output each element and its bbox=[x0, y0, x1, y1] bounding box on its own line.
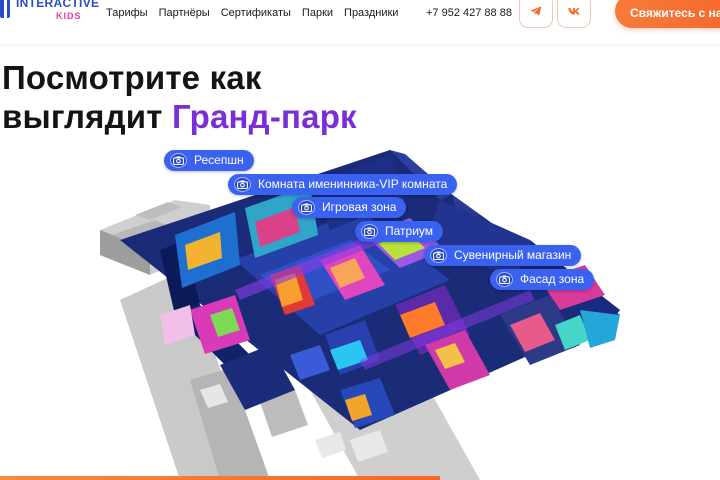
bottom-accent-bar bbox=[0, 476, 440, 480]
hotspot-facade-zone[interactable]: Фасад зона bbox=[490, 269, 595, 290]
camera-icon bbox=[361, 224, 378, 239]
site-header: INTERACTIVE KIDS Тарифы Партнёры Сертифи… bbox=[0, 0, 720, 44]
telegram-button[interactable] bbox=[519, 0, 553, 28]
hotspot-label: Сувенирный магазин bbox=[454, 248, 572, 262]
hotspot-label: Патриум bbox=[385, 224, 434, 238]
hotspot-souvenir-shop[interactable]: Сувенирный магазин bbox=[424, 245, 582, 266]
hotspot-play-zone[interactable]: Игровая зона bbox=[292, 197, 407, 218]
vk-button[interactable] bbox=[557, 0, 591, 28]
logo-text: INTERACTIVE bbox=[16, 0, 100, 10]
page-title-line1: Посмотрите как bbox=[2, 59, 262, 96]
main-nav: Тарифы Партнёры Сертификаты Парки Праздн… bbox=[106, 7, 409, 19]
nav-item-parks[interactable]: Парки bbox=[302, 7, 333, 19]
hotspot-label: Фасад зона bbox=[520, 272, 585, 286]
logo-mark-icon bbox=[0, 0, 10, 18]
vk-icon bbox=[568, 8, 580, 15]
page-title-line2: выглядит Гранд-парк bbox=[2, 97, 357, 136]
hotspot-label: Комната именинника-VIP комната bbox=[258, 177, 448, 191]
hotspot-patrium[interactable]: Патриум bbox=[355, 221, 444, 242]
hotspot-label: Ресепшн bbox=[194, 153, 244, 167]
logo-subtext: KIDS bbox=[56, 11, 82, 21]
camera-icon bbox=[430, 248, 447, 263]
phone-link[interactable]: +7 952 427 88 88 bbox=[426, 7, 512, 19]
hotspot-birthday-vip-room[interactable]: Комната именинника-VIP комната bbox=[228, 174, 458, 195]
nav-item-holidays[interactable]: Праздники bbox=[344, 7, 398, 19]
nav-item-tariffs[interactable]: Тарифы bbox=[106, 7, 148, 19]
hotspot-reception[interactable]: Ресепшн bbox=[164, 150, 254, 171]
nav-item-partners[interactable]: Партнёры bbox=[159, 7, 210, 19]
logo[interactable]: INTERACTIVE KIDS bbox=[0, 0, 100, 34]
camera-icon bbox=[496, 272, 513, 287]
page-title: Посмотрите как выглядит Гранд-парк bbox=[2, 58, 357, 136]
page-title-plain: выглядит bbox=[2, 98, 172, 135]
contact-us-button[interactable]: Свяжитесь с нами bbox=[615, 0, 720, 28]
nav-item-certificates[interactable]: Сертификаты bbox=[221, 7, 291, 19]
camera-icon bbox=[298, 200, 315, 215]
telegram-icon bbox=[530, 6, 542, 16]
camera-icon bbox=[170, 153, 187, 168]
page-title-accent: Гранд-парк bbox=[171, 98, 357, 135]
camera-icon bbox=[234, 177, 251, 192]
hotspot-label: Игровая зона bbox=[322, 200, 397, 214]
